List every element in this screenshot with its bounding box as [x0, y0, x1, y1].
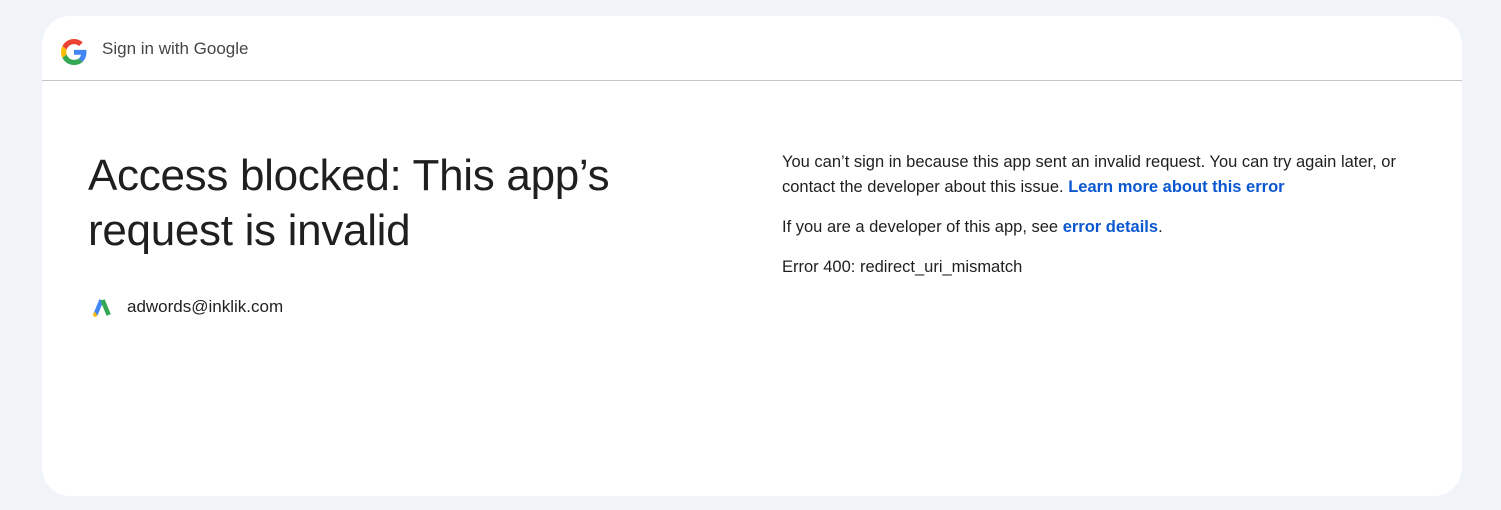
learn-more-link[interactable]: Learn more about this error	[1068, 178, 1284, 196]
error-code: Error 400: redirect_uri_mismatch	[782, 258, 1023, 276]
error-description: You can’t sign in because this app sent …	[782, 150, 1422, 295]
header-title: Sign in with Google	[102, 39, 249, 58]
sign-in-card: Sign in with Google Access blocked: This…	[42, 16, 1462, 496]
google-g-icon	[61, 39, 87, 65]
account-chip: adwords@inklik.com	[90, 293, 283, 321]
page-title: Access blocked: This app’s request is inv…	[88, 148, 688, 258]
developer-note-prefix: If you are a developer of this app, see	[782, 218, 1059, 236]
developer-note: If you are a developer of this app, see …	[782, 215, 1422, 240]
page-title-line-1: Access blocked: This app’s	[88, 151, 610, 200]
page-title-line-2: request is invalid	[88, 206, 411, 255]
account-email: adwords@inklik.com	[127, 297, 284, 316]
card-header: Sign in with Google	[42, 16, 1462, 81]
error-message: You can’t sign in because this app sent …	[782, 150, 1422, 200]
google-ads-icon	[92, 299, 111, 317]
developer-note-suffix: .	[1158, 218, 1163, 236]
error-details-link[interactable]: error details	[1063, 218, 1158, 236]
